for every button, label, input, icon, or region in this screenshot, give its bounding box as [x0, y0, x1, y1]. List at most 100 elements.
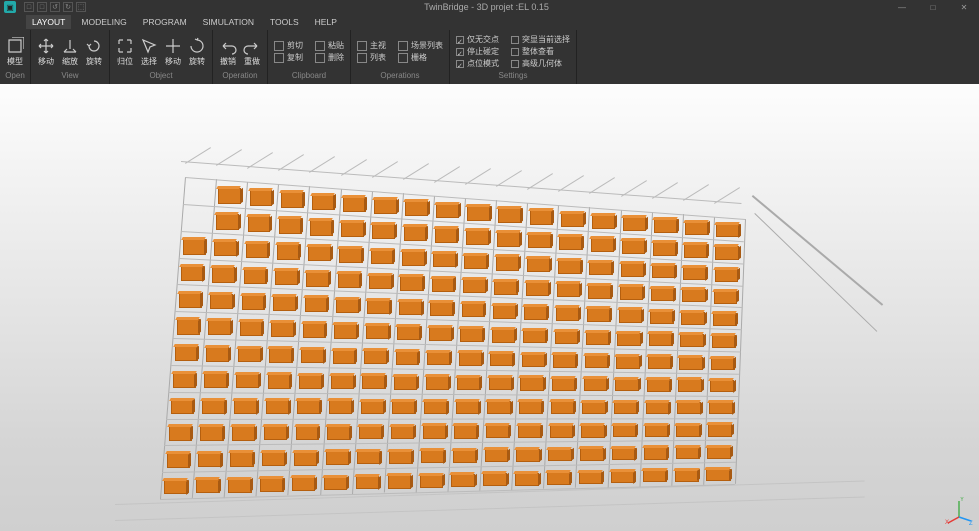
ribbon-item-r2a[interactable]: 停止碰定 — [454, 46, 501, 57]
quick-button-4[interactable]: ⬚ — [76, 2, 86, 12]
ribbon-item-top[interactable]: 主视 — [355, 40, 388, 51]
scale-icon — [61, 37, 79, 55]
ribbon-group-label: View — [35, 71, 105, 83]
menu-tabs: LAYOUT MODELING PROGRAM SIMULATION TOOLS HELP — [0, 14, 979, 30]
item-icon — [274, 41, 284, 51]
fit-icon — [116, 37, 134, 55]
ribbon-group-label: Object — [114, 71, 208, 83]
ribbon-group-object: 归位选择移动旋转 Object — [110, 30, 213, 84]
ribbon-item-cut[interactable]: 剪切 — [272, 40, 305, 51]
ribbon-btn-rotate[interactable]: 旋转 — [83, 37, 105, 67]
quick-button-3[interactable]: ↻ — [63, 2, 73, 12]
ribbon-btn-label: 旋转 — [189, 56, 205, 67]
ribbon-btn-rot2[interactable]: 旋转 — [186, 37, 208, 67]
checkbox-icon — [456, 60, 464, 68]
menu-tab-modeling[interactable]: MODELING — [75, 15, 132, 29]
ribbon-btn-select[interactable]: 选择 — [138, 37, 160, 67]
item-label: 场景列表 — [411, 40, 443, 51]
ribbon-item-list[interactable]: 列表 — [355, 52, 388, 63]
ribbon-item-grid[interactable]: 栅格 — [396, 52, 445, 63]
ribbon-group-label: Operation — [217, 71, 263, 83]
ribbon-item-r2b[interactable]: 整体查看 — [509, 46, 572, 57]
axis-gizmo[interactable]: Y X Z — [945, 497, 973, 525]
item-icon — [398, 41, 408, 51]
item-label: 主视 — [370, 40, 386, 51]
item-label: 停止碰定 — [467, 46, 499, 57]
axis-x-label: X — [945, 520, 949, 525]
checkbox-icon — [511, 60, 519, 68]
checkbox-icon — [456, 48, 464, 56]
ribbon-group-operation: 撤销重做 Operation — [213, 30, 268, 84]
menu-tab-tools[interactable]: TOOLS — [264, 15, 305, 29]
ribbon-group-settings: 仅无交点停止碰定点位模式 突显当前选择整体查看高级几何体 Settings — [450, 30, 577, 84]
item-label: 整体查看 — [522, 46, 554, 57]
ribbon-group-label: Open — [4, 71, 26, 83]
item-label: 突显当前选择 — [522, 34, 570, 45]
item-icon — [357, 53, 367, 63]
maximize-button[interactable]: □ — [918, 0, 948, 14]
checkbox-icon — [511, 48, 519, 56]
undo-icon — [219, 37, 237, 55]
checkbox-icon — [456, 36, 464, 44]
quick-button-2[interactable]: ↺ — [50, 2, 60, 12]
ribbon-item-scenelist[interactable]: 场景列表 — [396, 40, 445, 51]
item-icon — [398, 53, 408, 63]
menu-tab-layout[interactable]: LAYOUT — [26, 15, 71, 29]
ribbon-btn-label: 模型 — [7, 56, 23, 67]
ribbon-item-r3a[interactable]: 点位模式 — [454, 58, 501, 69]
ribbon-btn-scale[interactable]: 缩放 — [59, 37, 81, 67]
menu-tab-simulation[interactable]: SIMULATION — [197, 15, 260, 29]
ribbon-item-delete[interactable]: 删除 — [313, 52, 346, 63]
ribbon-btn-move2[interactable]: 移动 — [162, 37, 184, 67]
item-icon — [315, 53, 325, 63]
minimize-button[interactable]: — — [887, 0, 917, 14]
axis-y-label: Y — [960, 497, 964, 503]
ribbon-item-paste[interactable]: 粘贴 — [313, 40, 346, 51]
ribbon-group-label: Clipboard — [272, 71, 346, 83]
item-label: 仅无交点 — [467, 34, 499, 45]
ribbon-group-operations: 主视列表 场景列表栅格 Operations — [351, 30, 450, 84]
ribbon-group-label: Operations — [355, 71, 445, 83]
item-label: 删除 — [328, 52, 344, 63]
item-label: 点位模式 — [467, 58, 499, 69]
window-title: TwinBridge - 3D projet :EL 0.15 — [86, 2, 887, 12]
ribbon-group-view: 移动缩放旋转 View — [31, 30, 110, 84]
rot2-icon — [188, 37, 206, 55]
ribbon-item-r1a[interactable]: 仅无交点 — [454, 34, 501, 45]
menu-tab-help[interactable]: HELP — [309, 15, 343, 29]
ribbon-btn-label: 撤销 — [220, 56, 236, 67]
ribbon-item-r1b[interactable]: 突显当前选择 — [509, 34, 572, 45]
ribbon-btn-label: 重做 — [244, 56, 260, 67]
ribbon-item-r3b[interactable]: 高级几何体 — [509, 58, 572, 69]
axis-z-label: Z — [969, 521, 973, 525]
quick-button-1[interactable]: □ — [37, 2, 47, 12]
item-icon — [274, 53, 284, 63]
rotate-icon — [85, 37, 103, 55]
model-icon — [6, 37, 24, 55]
ribbon-group-label: Settings — [454, 71, 572, 83]
select-icon — [140, 37, 158, 55]
viewport-3d[interactable]: Y X Z — [0, 84, 979, 531]
ribbon-btn-label: 旋转 — [86, 56, 102, 67]
ribbon-btn-label: 缩放 — [62, 56, 78, 67]
ribbon-btn-label: 归位 — [117, 56, 133, 67]
item-icon — [357, 41, 367, 51]
ribbon-group-clipboard: 剪切复制 粘贴删除 Clipboard — [268, 30, 351, 84]
close-button[interactable]: ✕ — [949, 0, 979, 14]
redo-icon — [243, 37, 261, 55]
ribbon-btn-label: 选择 — [141, 56, 157, 67]
app-icon: ▣ — [4, 1, 16, 13]
ribbon-toolbar: 模型Open移动缩放旋转View归位选择移动旋转Object撤销重做Operat… — [0, 30, 979, 84]
ribbon-btn-model[interactable]: 模型 — [4, 37, 26, 67]
quick-button-0[interactable]: □ — [24, 2, 34, 12]
item-label: 列表 — [370, 52, 386, 63]
item-label: 粘贴 — [328, 40, 344, 51]
ribbon-item-copy[interactable]: 复制 — [272, 52, 305, 63]
ribbon-btn-fit[interactable]: 归位 — [114, 37, 136, 67]
menu-tab-program[interactable]: PROGRAM — [137, 15, 193, 29]
ribbon-btn-redo[interactable]: 重做 — [241, 37, 263, 67]
ribbon-btn-move[interactable]: 移动 — [35, 37, 57, 67]
ribbon-btn-undo[interactable]: 撤销 — [217, 37, 239, 67]
window-controls: — □ ✕ — [887, 0, 979, 14]
title-bar: ▣ □□↺↻⬚ TwinBridge - 3D projet :EL 0.15 … — [0, 0, 979, 14]
